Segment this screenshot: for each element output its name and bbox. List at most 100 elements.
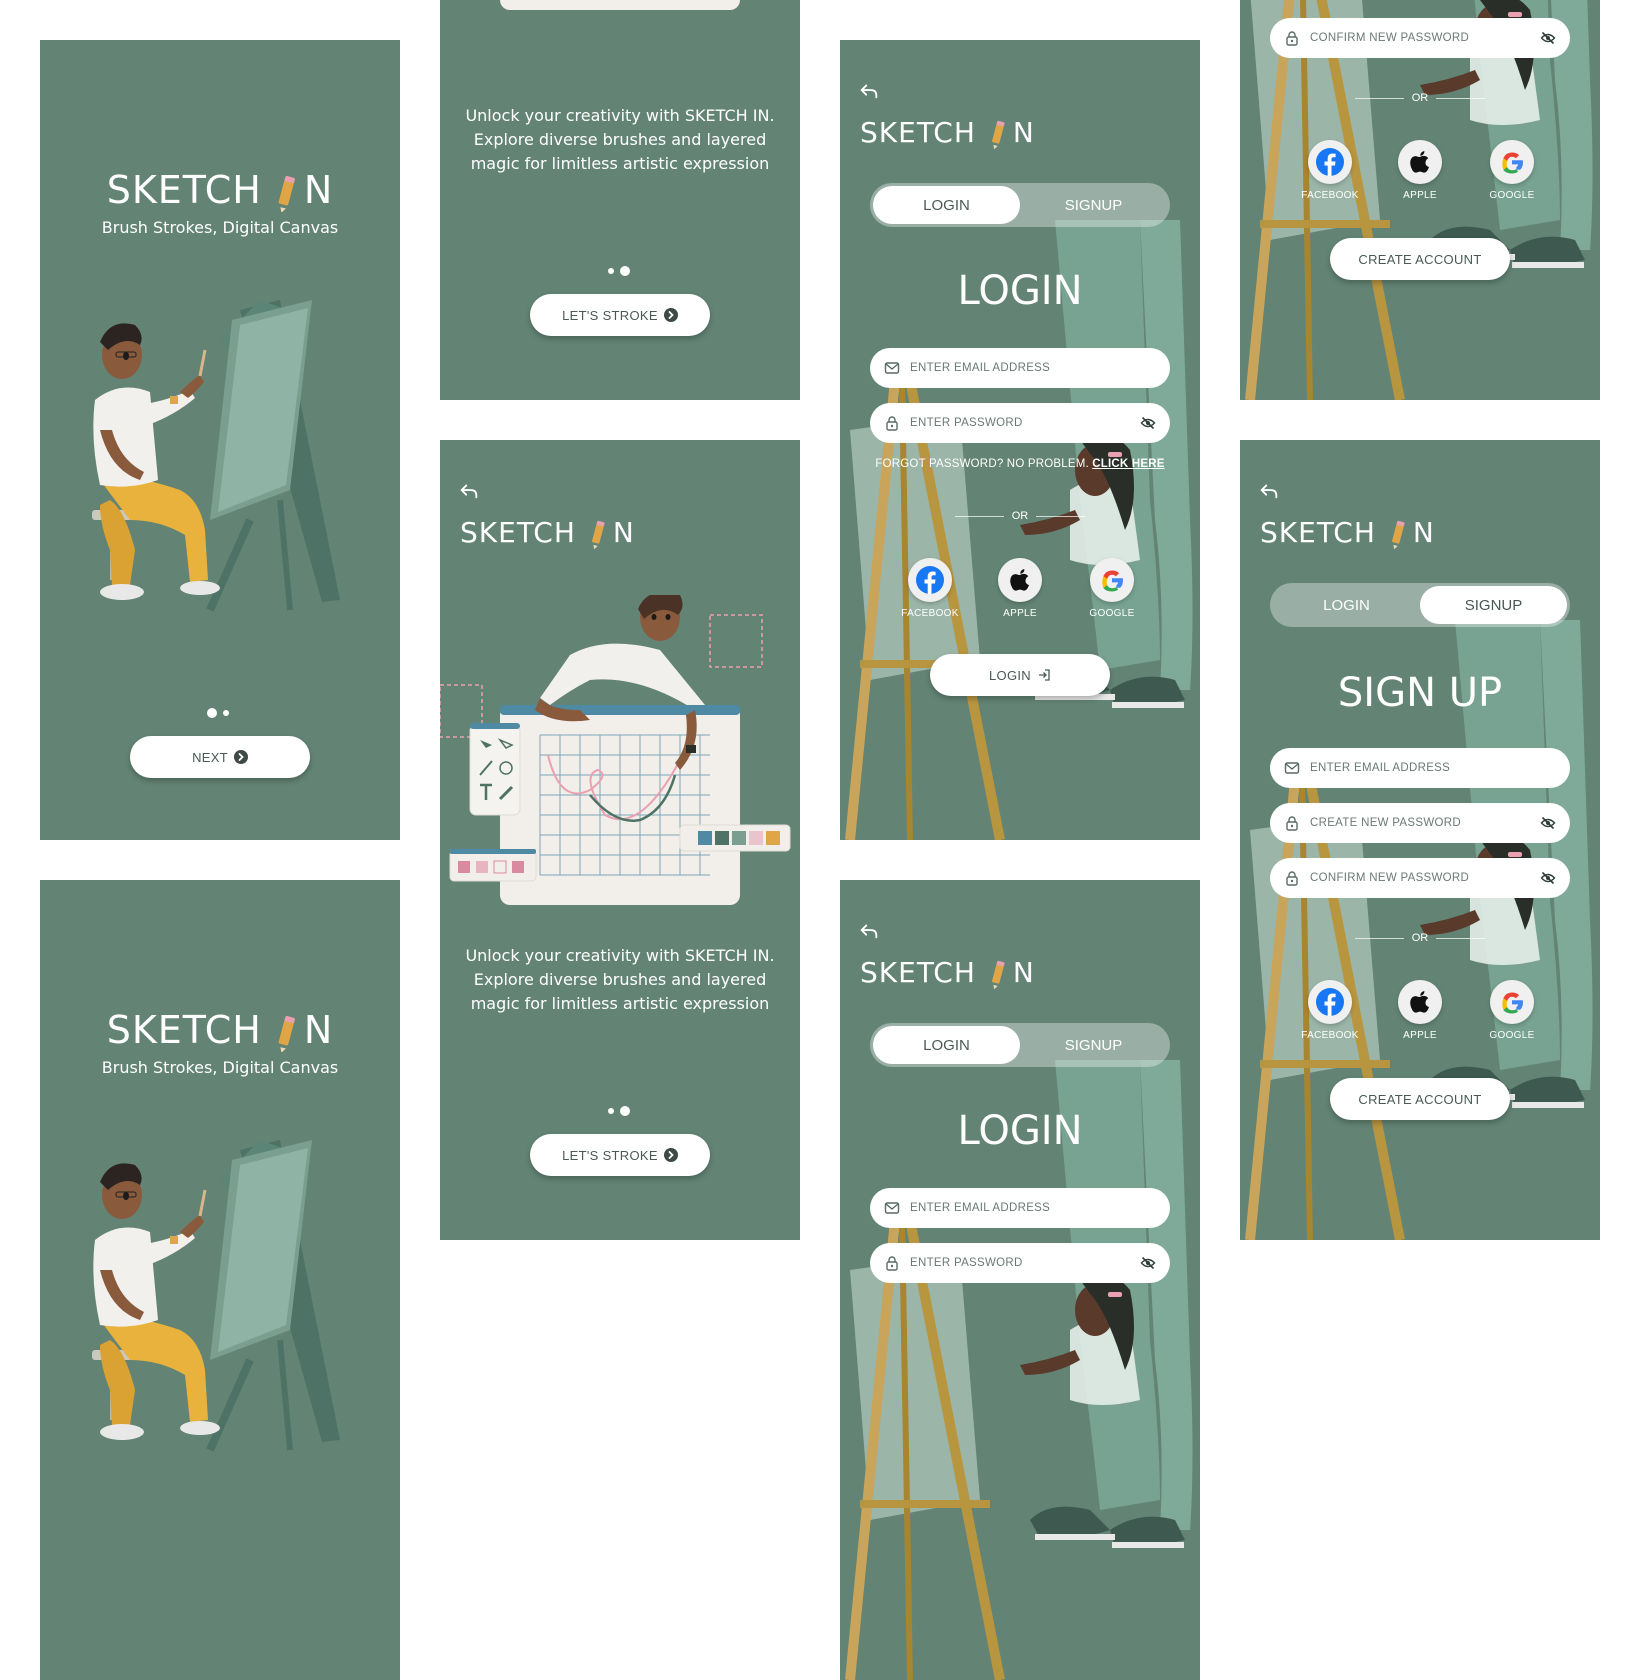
or-divider: OR	[1355, 932, 1485, 944]
apple-login[interactable]: APPLE	[1385, 140, 1455, 201]
create-account-button[interactable]: CREATE ACCOUNT	[1330, 238, 1510, 280]
tab-login[interactable]: LOGIN	[873, 1026, 1020, 1064]
tab-signup[interactable]: SIGNUP	[1420, 586, 1567, 624]
back-arrow-icon[interactable]	[1258, 480, 1280, 502]
email-placeholder: ENTER EMAIL ADDRESS	[910, 362, 1051, 374]
brand-name: SKETCH	[106, 1008, 262, 1052]
email-field[interactable]: ENTER EMAIL ADDRESS	[870, 348, 1170, 388]
or-divider: OR	[955, 510, 1085, 522]
brand-name: SKETCH	[860, 116, 976, 149]
boy-canvas-illustration	[440, 595, 800, 915]
facebook-icon	[915, 565, 945, 595]
facebook-icon	[1315, 987, 1345, 1017]
brand-logo: SKETCH N	[40, 1008, 400, 1052]
brand-name: SKETCH	[860, 956, 976, 989]
tagline: Brush Strokes, Digital Canvas	[101, 218, 339, 237]
next-button[interactable]: NEXT	[130, 736, 310, 778]
password-placeholder: ENTER PASSWORD	[910, 1257, 1023, 1269]
back-arrow-icon[interactable]	[458, 480, 480, 502]
auth-toggle: LOGIN SIGNUP	[1270, 583, 1570, 627]
google-icon	[1497, 147, 1527, 177]
or-text: OR	[1411, 92, 1429, 104]
click-here-link[interactable]: CLICK HERE	[1092, 458, 1164, 470]
brand-name-end: N	[612, 516, 635, 549]
password-field[interactable]: ENTER PASSWORD	[870, 1243, 1170, 1283]
confirm-password-field[interactable]: CONFIRM NEW PASSWORD	[1270, 18, 1570, 58]
lets-stroke-button[interactable]: LET'S STROKE	[530, 1134, 710, 1176]
lock-icon	[1284, 30, 1300, 46]
onboarding-screen-2-partial: Unlock your creativity with SKETCH IN. E…	[440, 0, 800, 400]
google-label: GOOGLE	[1489, 1030, 1535, 1041]
onboarding-screen-2: SKETCH N Unlock your creativity with SKE…	[440, 440, 800, 1240]
forgot-password: FORGOT PASSWORD? NO PROBLEM. CLICK HERE	[840, 458, 1200, 470]
login-screen: SKETCH N LOGIN SIGNUP LOGIN ENTER EMAIL …	[840, 40, 1200, 840]
tagline: Brush Strokes, Digital Canvas	[101, 1058, 339, 1077]
tab-signup[interactable]: SIGNUP	[1020, 1026, 1167, 1064]
password-field[interactable]: ENTER PASSWORD	[870, 403, 1170, 443]
eye-off-icon[interactable]	[1540, 30, 1556, 46]
login-button-label: LOGIN	[989, 667, 1031, 683]
login-button[interactable]: LOGIN	[930, 654, 1110, 696]
apple-login[interactable]: APPLE	[1385, 980, 1455, 1041]
or-text: OR	[1411, 932, 1429, 944]
apple-label: APPLE	[1403, 190, 1437, 201]
brand-name-end: N	[303, 1008, 334, 1052]
google-icon	[1497, 987, 1527, 1017]
eye-off-icon[interactable]	[1540, 815, 1556, 831]
lock-icon	[884, 415, 900, 431]
facebook-login[interactable]: FACEBOOK	[895, 558, 965, 619]
login-heading: LOGIN	[957, 268, 1083, 314]
eye-off-icon[interactable]	[1140, 415, 1156, 431]
pencil-icon	[276, 174, 298, 212]
back-arrow-icon[interactable]	[858, 920, 880, 942]
create-account-button[interactable]: CREATE ACCOUNT	[1330, 1078, 1510, 1120]
boy-painting-illustration	[40, 1120, 400, 1480]
brand-name-end: N	[1412, 516, 1435, 549]
arrow-right-circle-icon	[664, 1148, 678, 1162]
email-field[interactable]: ENTER EMAIL ADDRESS	[870, 1188, 1170, 1228]
eye-off-icon[interactable]	[1140, 1255, 1156, 1271]
google-login[interactable]: GOOGLE	[1477, 980, 1547, 1041]
brand-name-end: N	[303, 168, 334, 212]
lets-stroke-button[interactable]: LET'S STROKE	[530, 294, 710, 336]
signup-screen-partial: CONFIRM NEW PASSWORD OR FACEBOOK APPLE G…	[1240, 0, 1600, 400]
create-account-label: CREATE ACCOUNT	[1358, 1091, 1482, 1107]
brand-name: SKETCH	[106, 168, 262, 212]
lock-icon	[1284, 815, 1300, 831]
page-indicator	[608, 266, 630, 276]
page-dot-active	[620, 1106, 630, 1116]
google-label: GOOGLE	[1489, 190, 1535, 201]
onboarding-description: Unlock your creativity with SKETCH IN. E…	[465, 106, 775, 173]
email-field[interactable]: ENTER EMAIL ADDRESS	[1270, 748, 1570, 788]
boy-painting-illustration	[40, 280, 400, 640]
mail-icon	[884, 1200, 900, 1216]
forgot-text: FORGOT PASSWORD? NO PROBLEM.	[875, 458, 1089, 470]
mail-icon	[1284, 760, 1300, 776]
facebook-login[interactable]: FACEBOOK	[1295, 140, 1365, 201]
facebook-login[interactable]: FACEBOOK	[1295, 980, 1365, 1041]
tab-login[interactable]: LOGIN	[873, 186, 1020, 224]
confirm-password-field[interactable]: CONFIRM NEW PASSWORD	[1270, 858, 1570, 898]
page-dot	[608, 268, 614, 274]
page-dot-active	[620, 266, 630, 276]
confirm-password-placeholder: CONFIRM NEW PASSWORD	[1310, 32, 1470, 44]
back-arrow-icon[interactable]	[858, 80, 880, 102]
signup-screen: SKETCH N LOGIN SIGNUP SIGN UP ENTER EMAI…	[1240, 440, 1600, 1240]
create-password-field[interactable]: CREATE NEW PASSWORD	[1270, 803, 1570, 843]
tab-login[interactable]: LOGIN	[1273, 586, 1420, 624]
login-heading: LOGIN	[957, 1108, 1083, 1154]
eye-off-icon[interactable]	[1540, 870, 1556, 886]
google-login[interactable]: GOOGLE	[1077, 558, 1147, 619]
apple-icon	[1405, 987, 1435, 1017]
pencil-icon	[590, 519, 607, 549]
google-login[interactable]: GOOGLE	[1477, 140, 1547, 201]
create-password-placeholder: CREATE NEW PASSWORD	[1310, 817, 1461, 829]
google-label: GOOGLE	[1089, 608, 1135, 619]
page-dot	[223, 710, 229, 716]
apple-icon	[1405, 147, 1435, 177]
apple-login[interactable]: APPLE	[985, 558, 1055, 619]
page-indicator	[608, 1106, 630, 1116]
auth-toggle: LOGIN SIGNUP	[870, 1023, 1170, 1067]
tab-signup[interactable]: SIGNUP	[1020, 186, 1167, 224]
pencil-icon	[990, 959, 1007, 989]
